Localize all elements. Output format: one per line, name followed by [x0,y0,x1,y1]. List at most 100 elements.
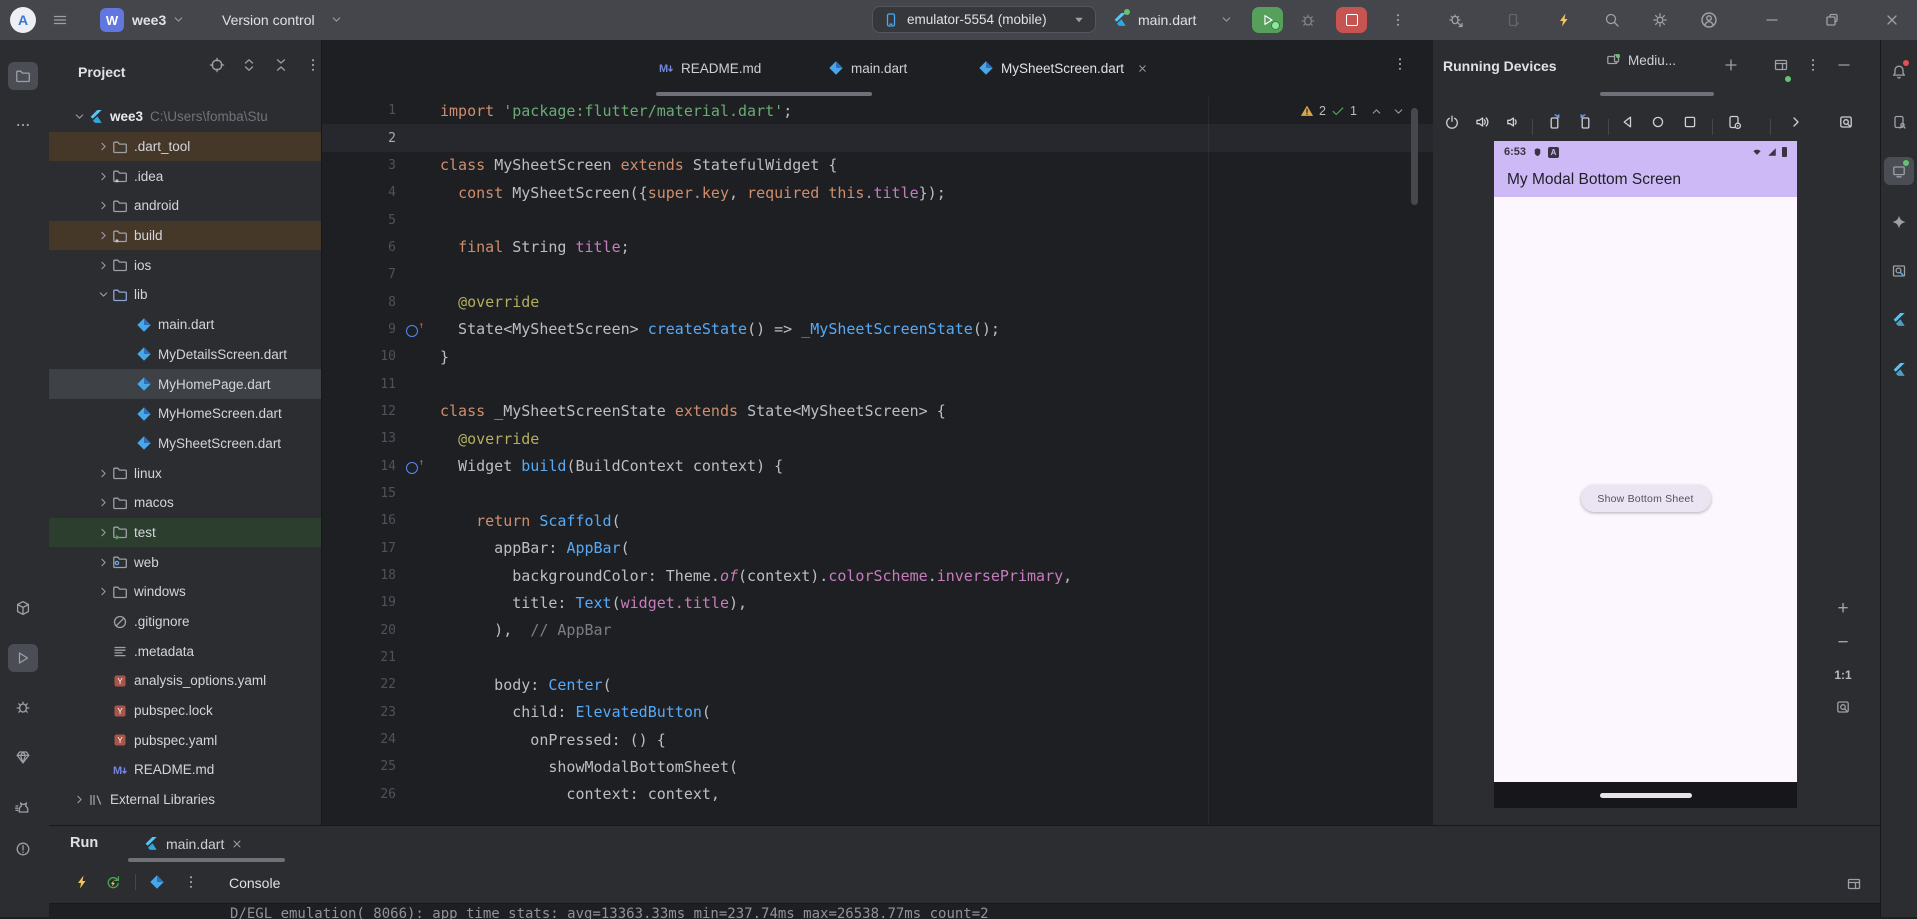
tree-item-pubspec-lock[interactable]: Ypubspec.lock [49,696,321,726]
nav-back-button[interactable] [1620,114,1636,130]
close-tab-icon[interactable] [231,838,243,850]
tree-item-test[interactable]: test [49,517,321,548]
nav-overview-button[interactable] [1682,114,1698,130]
override-gutter-icon[interactable] [406,458,424,474]
nav-home-button[interactable] [1650,114,1666,130]
profile-icon[interactable] [1700,11,1718,29]
tree-item--gitignore[interactable]: .gitignore [49,607,321,637]
project-name[interactable]: wee3 [132,0,166,40]
tree-item-build[interactable]: build [49,220,321,251]
editor-options-icon[interactable] [1392,56,1408,72]
tree-chevron-icon[interactable] [95,467,112,480]
tree-item-external-libraries[interactable]: External Libraries [49,785,321,815]
device-mirror-icon[interactable] [1505,12,1521,28]
tool-strip-run-button[interactable] [8,644,38,672]
tree-item--idea[interactable]: .idea [49,161,321,191]
zoom-reset-button[interactable]: 1:1 [1831,663,1855,687]
device-tab[interactable]: Mediu... [1605,52,1791,82]
console-tab[interactable]: Console [229,875,280,891]
tree-chevron-icon[interactable] [95,288,112,301]
zoom-out-button[interactable]: − [1831,631,1855,655]
code-editor[interactable]: 1 import 'package:flutter/material.dart';… [322,97,1433,808]
debug-button-icon[interactable] [1300,12,1316,28]
tool-strip-flutter-inspector-button[interactable] [1884,257,1914,285]
layout-settings-icon[interactable] [1846,876,1862,892]
tool-strip-project-button[interactable] [8,62,38,90]
editor-tab-main-dart[interactable]: main.dart [828,40,907,96]
tool-strip-gemini-button[interactable] [1884,208,1914,236]
editor-scrollbar[interactable] [1411,108,1418,205]
rotate-right-button[interactable] [1578,114,1594,130]
tree-chevron-icon[interactable] [71,110,88,123]
run-button[interactable] [1252,7,1283,33]
minimize-icon[interactable] [1764,12,1780,28]
settings-gear-icon[interactable] [1652,12,1668,28]
hot-reload-bolt-icon[interactable] [1556,12,1572,28]
tool-strip-device-manager-button[interactable] [1884,108,1914,136]
panel-options-icon[interactable] [1805,57,1821,73]
tree-item-mysheetscreen-dart[interactable]: MySheetScreen.dart [49,429,321,459]
volume-down-button[interactable] [1504,114,1520,130]
tree-item-mydetailsscreen-dart[interactable]: MyDetailsScreen.dart [49,340,321,370]
tree-chevron-icon[interactable] [95,229,112,242]
tree-item-ios[interactable]: ios [49,250,321,280]
restore-window-icon[interactable] [1824,12,1840,28]
expand-all-icon[interactable] [241,57,257,73]
run-config-name[interactable]: main.dart [1138,0,1196,40]
tree-chevron-icon[interactable] [95,199,112,212]
tree-item-android[interactable]: android [49,191,321,221]
close-tab-icon[interactable] [1137,63,1148,74]
tree-item--dart-tool[interactable]: .dart_tool [49,131,321,162]
layout-mode-icon[interactable] [1773,57,1789,73]
main-menu-icon[interactable] [52,12,68,28]
device-selector[interactable]: emulator-5554 (mobile) [872,6,1096,33]
panel-options-icon[interactable] [305,57,321,73]
tree-item-web[interactable]: web [49,547,321,577]
tree-item-analysis-options-yaml[interactable]: Yanalysis_options.yaml [49,666,321,696]
zoom-in-button[interactable]: + [1831,597,1855,621]
editor-tab-readme-md[interactable]: M README.md [658,40,761,96]
tool-strip-notifications-button[interactable] [1884,58,1914,86]
gesture-pill[interactable] [1599,793,1692,798]
tree-item-lib[interactable]: lib [49,280,321,310]
tree-chevron-icon[interactable] [95,259,112,272]
editor-tab-mysheetscreen-dart[interactable]: MySheetScreen.dart [978,40,1148,96]
screenshot-frame-button[interactable] [1831,695,1855,719]
tree-chevron-icon[interactable] [95,496,112,509]
device-settings-button[interactable] [1726,114,1742,130]
tool-strip-debug-button[interactable] [8,693,38,721]
tree-item-windows[interactable]: windows [49,577,321,607]
tree-chevron-icon[interactable] [95,526,112,539]
override-gutter-icon[interactable] [406,321,424,337]
more-button[interactable] [1788,114,1804,130]
tree-item-myhomepage-dart[interactable]: MyHomePage.dart [49,369,321,399]
tool-strip-logcat-button[interactable] [8,793,38,821]
tree-item--metadata[interactable]: .metadata [49,636,321,666]
tree-item-macos[interactable]: macos [49,488,321,518]
tool-strip-more-tools-button[interactable] [8,111,38,139]
tree-item-pubspec-yaml[interactable]: Ypubspec.yaml [49,725,321,755]
select-opened-file-icon[interactable] [209,57,225,73]
tree-chevron-icon[interactable] [95,140,112,153]
tree-item-readme-md[interactable]: M README.md [49,755,321,785]
dart-devtools-icon[interactable] [149,874,165,890]
tool-strip-running-devices-button[interactable] [1884,157,1914,185]
tree-chevron-icon[interactable] [95,170,112,183]
close-window-icon[interactable] [1884,12,1900,28]
tree-item-myhomescreen-dart[interactable]: MyHomeScreen.dart [49,399,321,429]
search-everywhere-icon[interactable] [1604,12,1620,28]
collapse-all-icon[interactable] [273,57,289,73]
tree-chevron-icon[interactable] [95,585,112,598]
hot-reload-icon[interactable] [74,874,90,890]
rotate-left-button[interactable] [1546,114,1562,130]
attach-debugger-icon[interactable] [1448,12,1464,28]
vcs-widget[interactable]: Version control [222,0,315,40]
tool-strip-app-quality-insights-button[interactable] [8,743,38,771]
tool-strip-flutter-performance-button[interactable] [1884,306,1914,334]
tree-item-main-dart[interactable]: main.dart [49,310,321,340]
volume-up-button[interactable] [1474,114,1490,130]
hide-panel-icon[interactable] [1836,57,1852,73]
tool-strip-pub-package-button[interactable] [8,594,38,622]
tool-strip-problems-button[interactable] [8,835,38,863]
more-actions-icon[interactable] [1390,12,1406,28]
